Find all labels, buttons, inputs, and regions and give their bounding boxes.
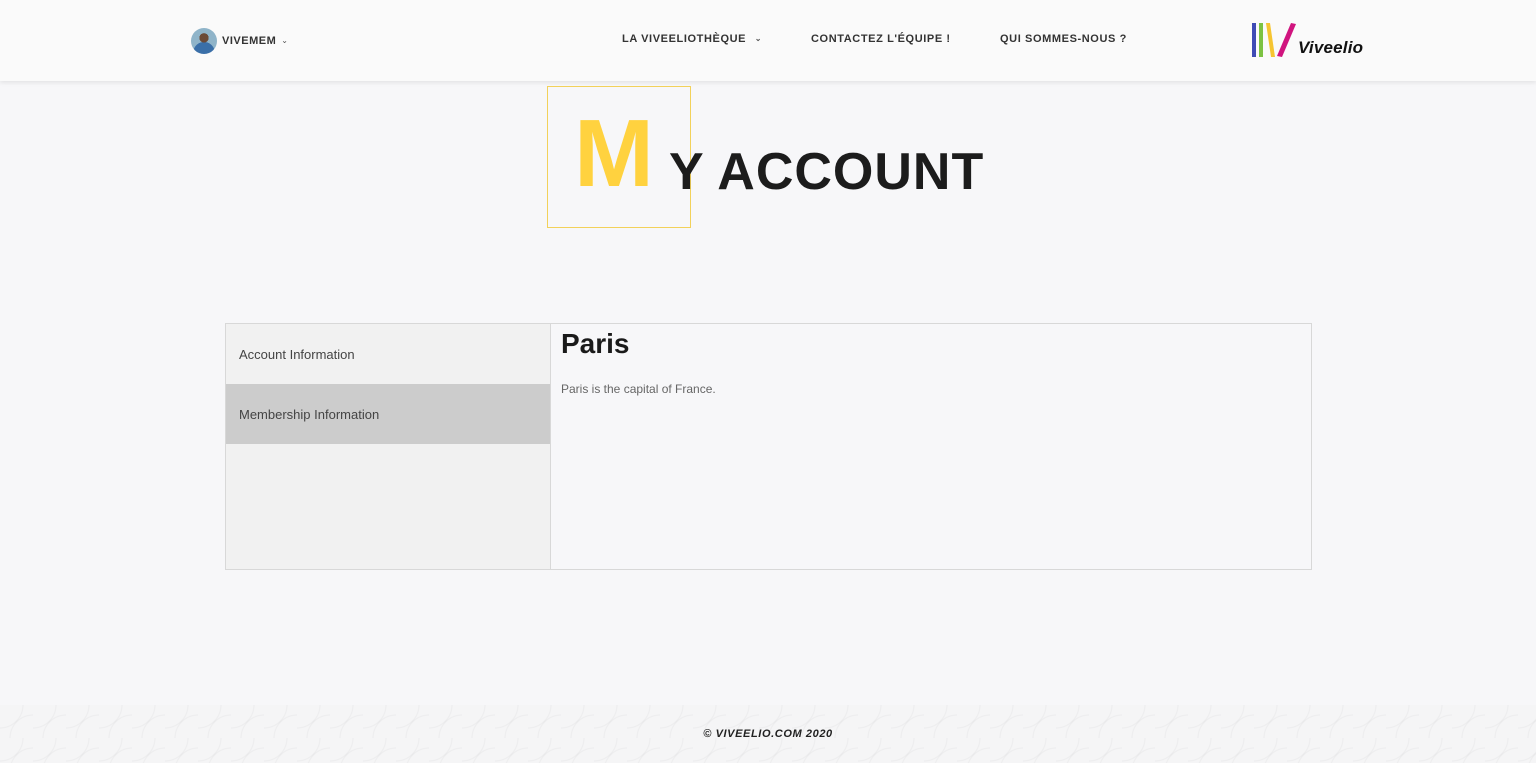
site-header: VIVEMEM ⌄ LA VIVEELIOTHÈQUE ⌄ CONTACTEZ … [0,0,1536,81]
content-heading: Paris [561,328,630,359]
account-panel: Account Information Membership Informati… [225,323,1312,570]
nav-item-contact[interactable]: CONTACTEZ L'ÉQUIPE ! [811,33,951,45]
footer-copyright: © VIVEELIO.COM 2020 [703,728,833,740]
site-footer: © VIVEELIO.COM 2020 [0,705,1536,763]
nav-item-about[interactable]: QUI SOMMES-NOUS ? [1000,33,1127,45]
content-text: Paris is the capital of France. [561,382,716,396]
logo[interactable]: Viveelio [1250,21,1372,61]
tab-membership-information[interactable]: Membership Information [226,384,550,444]
chevron-down-icon: ⌄ [754,34,763,43]
account-sidebar: Account Information Membership Informati… [226,324,551,569]
user-name: VIVEMEM [222,35,277,47]
account-content: Paris Paris is the capital of France. [561,324,1301,396]
page-title-rest: Y ACCOUNT [669,143,985,201]
tab-account-information[interactable]: Account Information [226,324,550,384]
page-title-first-letter: M [574,100,654,207]
page-title: M Y ACCOUNT [547,86,1007,236]
chevron-down-icon: ⌄ [281,35,288,45]
nav-item-viveeliotheque[interactable]: LA VIVEELIOTHÈQUE ⌄ [622,33,762,45]
avatar [191,28,217,54]
user-menu[interactable]: VIVEMEM ⌄ [191,28,288,54]
logo-mark-icon [1252,23,1296,57]
logo-text: Viveelio [1298,38,1364,57]
